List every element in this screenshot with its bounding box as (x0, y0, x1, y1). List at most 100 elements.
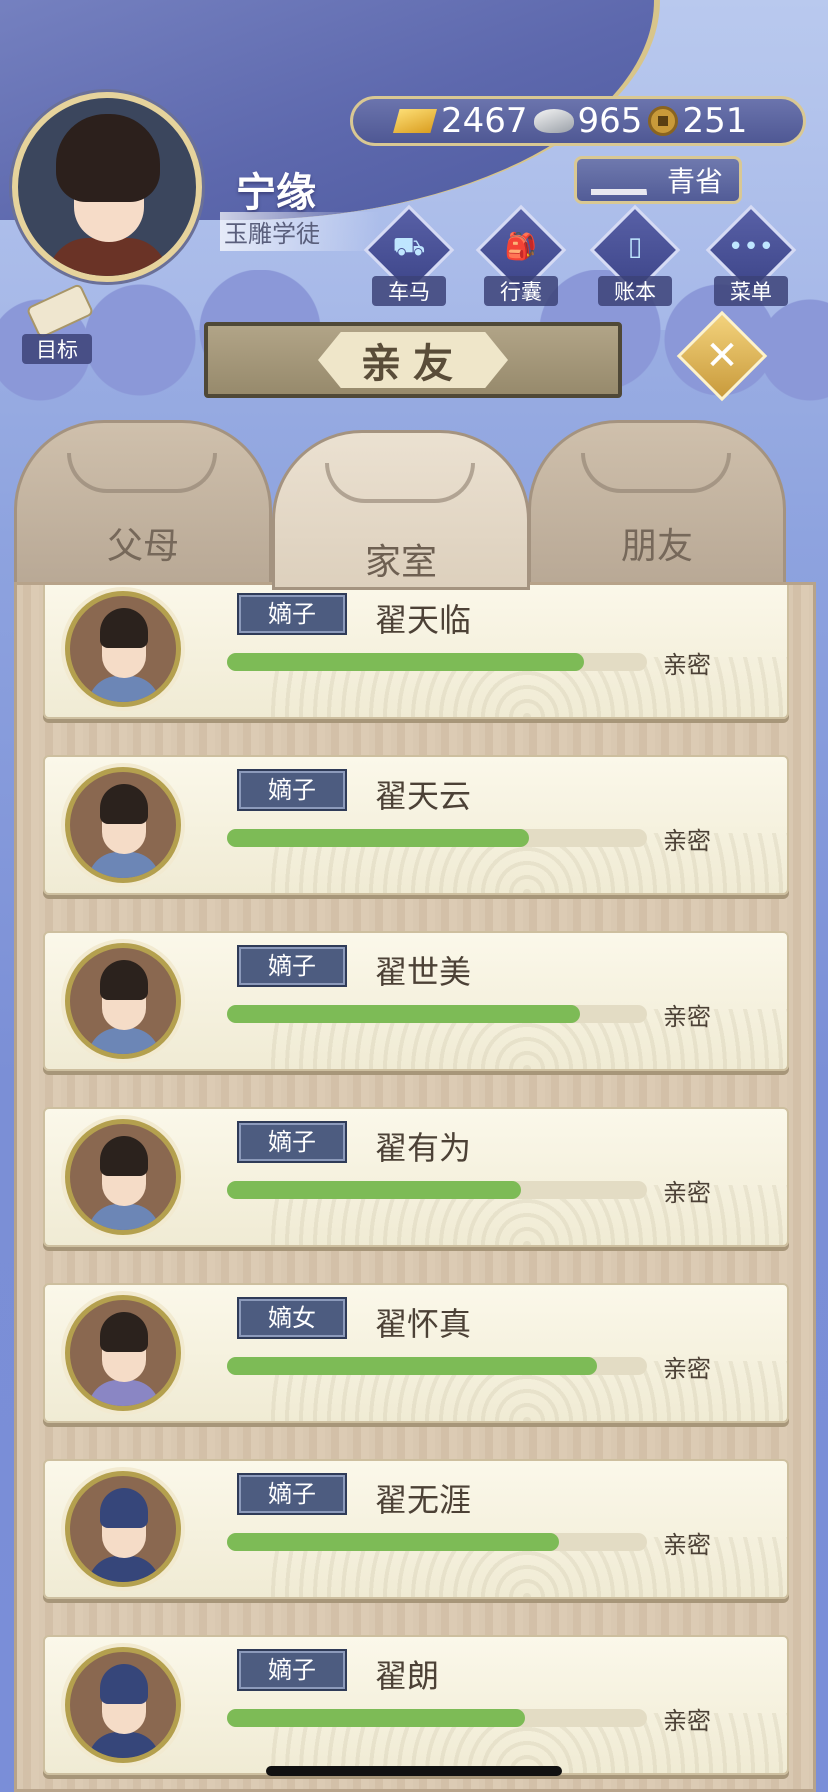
portrait-hood (100, 1488, 148, 1528)
portrait-robe (88, 1028, 160, 1054)
ink-brush-icon (591, 165, 647, 195)
relative-portrait (65, 591, 181, 707)
portrait-hair (100, 1312, 148, 1352)
relation-label: 亲密 (663, 1179, 711, 1207)
rank-badge: 嫡子 (237, 1121, 347, 1163)
relation-label: 亲密 (663, 1355, 711, 1383)
relative-name: 翟朗 (375, 1657, 440, 1695)
relation-label: 亲密 (663, 827, 711, 855)
intimacy-bar-fill (227, 1709, 526, 1727)
cloud-ornament-icon (67, 453, 217, 493)
ledger-button[interactable]: ▯ 账本 (589, 204, 681, 306)
relative-row[interactable]: 嫡子 翟朗 亲密 (43, 1635, 789, 1775)
cloud-ornament-icon (325, 463, 475, 503)
coin-amount: 251 (682, 101, 748, 141)
section-header: 亲友 (204, 322, 622, 398)
intimacy-bar (227, 1005, 647, 1023)
menu-button[interactable]: ••• 菜单 (705, 204, 797, 306)
relative-portrait (65, 1119, 181, 1235)
rank-badge: 嫡子 (237, 769, 347, 811)
intimacy-bar-fill (227, 653, 584, 671)
intimacy-bar-fill (227, 1533, 559, 1551)
tab-family[interactable]: 家室 (272, 430, 530, 590)
player-avatar[interactable] (12, 92, 202, 282)
relation-label: 亲密 (663, 1707, 711, 1735)
region-button[interactable]: 青省 (574, 156, 742, 204)
menu-label: 菜单 (714, 276, 788, 306)
relative-portrait (65, 1647, 181, 1763)
region-label: 青省 (666, 165, 723, 198)
coin-currency: 251 (648, 101, 747, 141)
ledger-label: 账本 (598, 276, 672, 306)
relative-name: 翟有为 (375, 1129, 472, 1167)
portrait-robe (88, 1204, 160, 1230)
relative-portrait (65, 943, 181, 1059)
gold-ingot-icon (393, 109, 437, 133)
silver-amount: 965 (577, 101, 643, 141)
relative-row[interactable]: 嫡子 翟天临 亲密 (43, 585, 789, 719)
intimacy-bar (227, 653, 647, 671)
silver-currency: 965 (533, 101, 643, 141)
gold-amount: 2467 (441, 101, 528, 141)
portrait-hair (100, 960, 148, 1000)
intimacy-bar (227, 1533, 647, 1551)
carriage-button[interactable]: ⛟ 车马 (363, 204, 455, 306)
relative-name: 翟天临 (375, 601, 472, 639)
avatar-hair (56, 114, 160, 202)
more-icon: ••• (727, 232, 774, 262)
tab-parents[interactable]: 父母 (14, 420, 272, 590)
relatives-list[interactable]: 嫡子 翟天临 亲密 嫡子 翟天云 亲密 嫡子 翟世美 亲密 嫡子 翟有为 亲密 … (14, 582, 816, 1792)
rank-badge: 嫡子 (237, 593, 347, 635)
portrait-hair (100, 1136, 148, 1176)
ledger-icon: ▯ (627, 232, 643, 262)
scroll-icon (25, 282, 95, 340)
currency-bar: 2467 965 251 (350, 96, 806, 146)
intimacy-bar-fill (227, 1357, 597, 1375)
tab-friends[interactable]: 朋友 (528, 420, 786, 590)
player-title: 玉雕学徒 (220, 212, 380, 251)
relative-row[interactable]: 嫡子 翟天云 亲密 (43, 755, 789, 895)
cloud-ornament-icon (581, 453, 731, 493)
carriage-label: 车马 (372, 276, 446, 306)
player-name: 宁缘 (236, 169, 316, 216)
portrait-robe (88, 852, 160, 878)
relative-portrait (65, 767, 181, 883)
portrait-robe (88, 1380, 160, 1406)
relative-name: 翟无涯 (375, 1481, 472, 1519)
carriage-icon: ⛟ (392, 232, 426, 262)
goal-button[interactable]: 目标 (14, 282, 104, 364)
bag-button[interactable]: 🎒 行囊 (475, 204, 567, 306)
portrait-hair (100, 608, 148, 648)
intimacy-bar (227, 829, 647, 847)
silver-ingot-icon (533, 109, 574, 133)
intimacy-bar-fill (227, 1005, 580, 1023)
relative-row[interactable]: 嫡子 翟世美 亲密 (43, 931, 789, 1071)
rank-badge: 嫡子 (237, 1473, 347, 1515)
relative-name: 翟怀真 (375, 1305, 472, 1343)
intimacy-bar (227, 1357, 647, 1375)
bag-icon: 🎒 (504, 232, 538, 262)
portrait-hair (100, 784, 148, 824)
relative-row[interactable]: 嫡女 翟怀真 亲密 (43, 1283, 789, 1423)
relative-portrait (65, 1295, 181, 1411)
rank-badge: 嫡子 (237, 945, 347, 987)
relative-name: 翟世美 (375, 953, 472, 991)
rank-badge: 嫡女 (237, 1297, 347, 1339)
avatar-robe (48, 238, 168, 276)
relative-row[interactable]: 嫡子 翟无涯 亲密 (43, 1459, 789, 1599)
relation-label: 亲密 (663, 651, 711, 679)
tab-friends-label: 朋友 (620, 526, 693, 567)
relative-portrait (65, 1471, 181, 1587)
relation-label: 亲密 (663, 1531, 711, 1559)
home-indicator[interactable] (266, 1766, 562, 1776)
close-icon: ✕ (705, 333, 739, 379)
relative-row[interactable]: 嫡子 翟有为 亲密 (43, 1107, 789, 1247)
copper-coin-icon (648, 106, 679, 136)
portrait-robe (88, 1556, 160, 1582)
section-title: 亲友 (318, 332, 508, 388)
tab-family-label: 家室 (364, 542, 437, 583)
portrait-robe (88, 1732, 160, 1758)
bag-label: 行囊 (484, 276, 558, 306)
rank-badge: 嫡子 (237, 1649, 347, 1691)
portrait-hood (100, 1664, 148, 1704)
